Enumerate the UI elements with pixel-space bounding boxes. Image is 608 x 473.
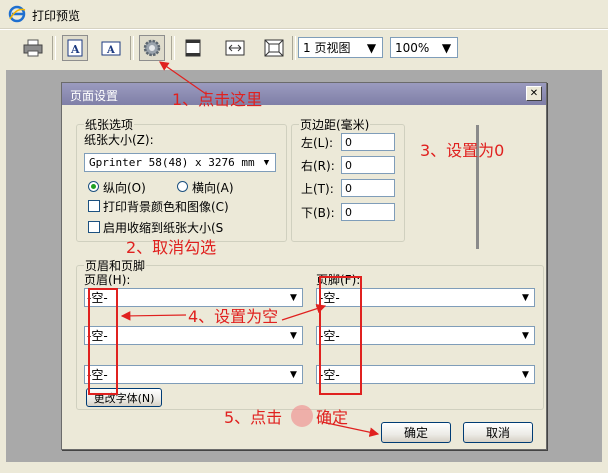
footer-highlight-box [319,276,362,395]
annotation-step3: 3、设置为0 [420,141,505,160]
annotation-arrows [120,61,380,437]
annotation-step1: 1、点击这里 [172,90,263,109]
annotation-step5: 5、点击 [224,408,283,427]
click-indicator [291,405,313,427]
annotation-step5-tail: 确定 [316,408,349,427]
arrow-to-header-box [120,311,187,321]
annotation-step4: 4、设置为空 [188,307,279,326]
header-highlight-box [88,288,118,395]
annotation-step2: 2、取消勾选 [126,238,217,257]
